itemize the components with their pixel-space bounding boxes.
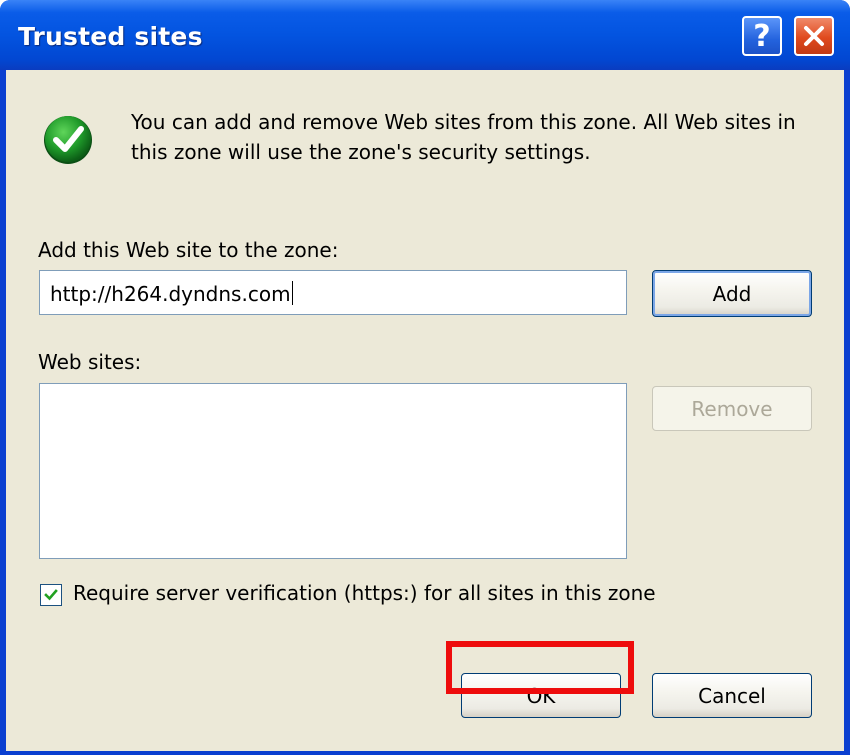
website-input[interactable]: http://h264.dyndns.com	[39, 270, 627, 315]
website-input-value: http://h264.dyndns.com	[50, 282, 291, 306]
red-highlight-box	[446, 641, 634, 694]
green-check-icon	[44, 116, 92, 164]
require-verification-checkbox[interactable]	[40, 584, 62, 606]
text-caret	[291, 281, 293, 305]
remove-button[interactable]: Remove	[652, 386, 812, 431]
add-button[interactable]: Add	[652, 270, 812, 317]
zone-description: You can add and remove Web sites from th…	[131, 110, 796, 164]
trusted-sites-dialog: Trusted sites ? You can add and remove W…	[0, 0, 850, 755]
web-sites-label: Web sites:	[38, 350, 142, 374]
add-site-label: Add this Web site to the zone:	[38, 238, 339, 262]
cancel-button[interactable]: Cancel	[652, 673, 812, 718]
title-bar[interactable]: Trusted sites ?	[0, 0, 850, 70]
help-button[interactable]: ?	[742, 16, 782, 56]
require-verification-label[interactable]: Require server verification (https:) for…	[73, 581, 656, 605]
web-sites-list[interactable]	[39, 383, 627, 559]
dialog-title: Trusted sites	[18, 22, 203, 51]
close-icon	[804, 26, 824, 46]
dialog-client-area: You can add and remove Web sites from th…	[6, 70, 844, 751]
checkmark-icon	[44, 589, 58, 601]
close-button[interactable]	[794, 16, 834, 56]
